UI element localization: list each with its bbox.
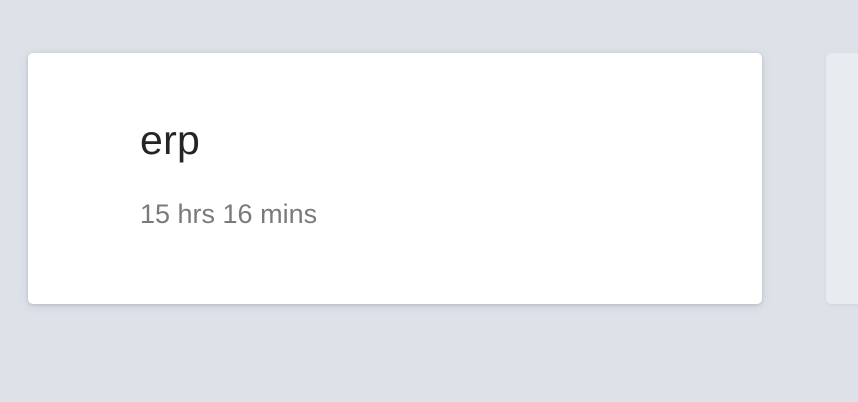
project-card[interactable]: erp 15 hrs 16 mins [28, 53, 762, 304]
page: erp 15 hrs 16 mins [0, 0, 858, 402]
project-name: erp [140, 117, 201, 163]
project-duration: 15 hrs 16 mins [140, 199, 318, 229]
next-project-card-edge[interactable] [826, 53, 858, 304]
